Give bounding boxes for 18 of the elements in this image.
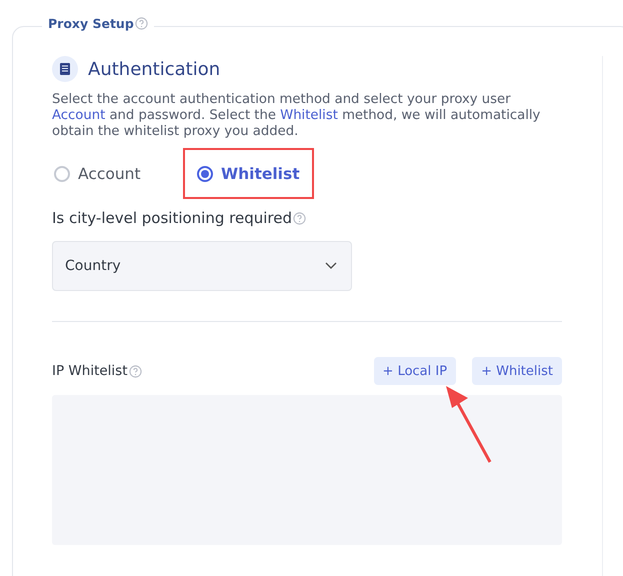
chevron-down-icon (325, 262, 337, 270)
section-title: Authentication (88, 58, 220, 80)
add-button[interactable]: + Whitelist (472, 357, 562, 385)
field-label: Is city-level positioning required (52, 209, 292, 227)
panel-legend: Proxy Setup (48, 16, 134, 31)
help-icon[interactable] (128, 364, 142, 378)
field-label: IP Whitelist (52, 363, 128, 379)
help-icon[interactable] (134, 17, 148, 30)
auth-radio-option[interactable]: Account (52, 148, 183, 199)
description-link[interactable]: Account (52, 108, 106, 123)
help-icon[interactable] (293, 212, 306, 224)
auth-radio-option[interactable]: Whitelist (183, 148, 314, 199)
description: Select the account authentication method and select your proxy user Account and password. Select the Whitelist method, we will automatically obtain the whitelist proxy you added. (52, 92, 542, 140)
description-link[interactable]: Whitelist (280, 108, 338, 123)
add-button[interactable]: + Local IP (374, 357, 456, 385)
document-icon (52, 56, 78, 82)
whitelist-textarea[interactable] (52, 395, 562, 545)
location-select[interactable]: Country (52, 241, 352, 291)
